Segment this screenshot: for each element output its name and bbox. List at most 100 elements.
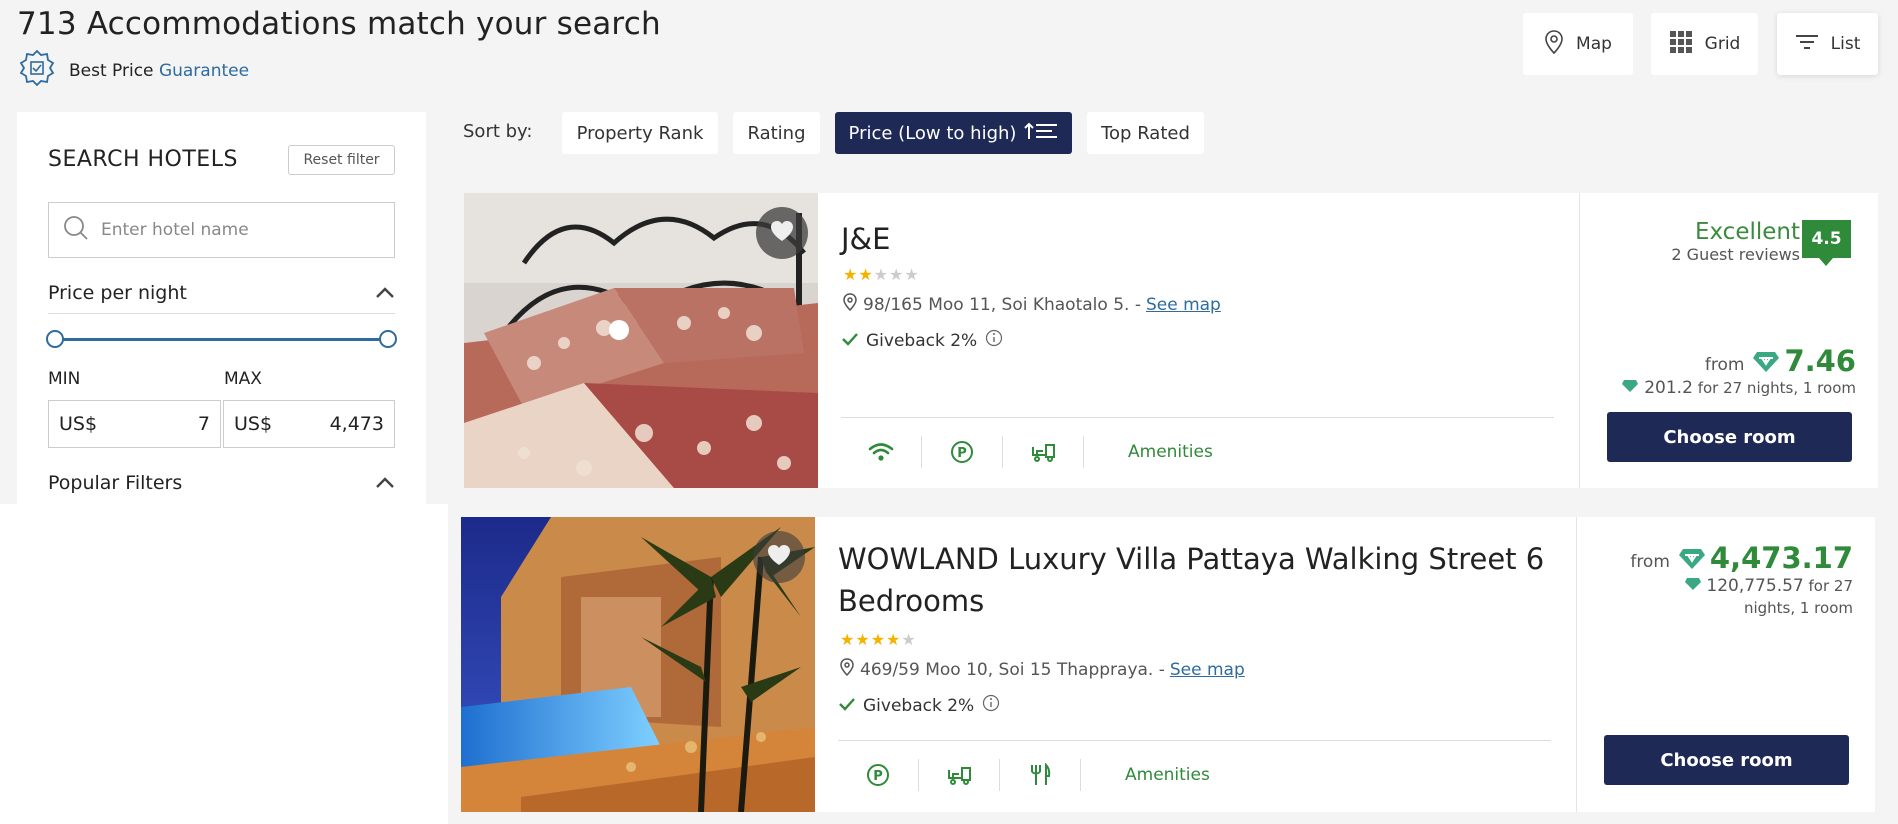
price-slider-min-handle[interactable] bbox=[46, 330, 64, 348]
price-line: from 7.46 bbox=[1594, 344, 1856, 378]
diamond-icon bbox=[1752, 350, 1780, 378]
giveback-text: Giveback 2% bbox=[863, 695, 975, 716]
min-currency: US$ bbox=[59, 413, 98, 435]
card-divider bbox=[1579, 193, 1580, 488]
airport-shuttle-icon bbox=[1003, 436, 1084, 468]
hotel-card: WOWLAND Luxury Villa Pattaya Walking Str… bbox=[461, 517, 1875, 812]
popular-filters-header[interactable]: Popular Filters bbox=[48, 472, 395, 494]
info-icon[interactable] bbox=[982, 694, 1000, 717]
list-view-button[interactable]: List bbox=[1777, 13, 1878, 75]
amenities-link[interactable]: Amenities bbox=[1084, 442, 1213, 462]
score-badge: 4.5 bbox=[1802, 220, 1851, 266]
guarantee-text: Best Price bbox=[69, 60, 154, 81]
favorite-button[interactable] bbox=[756, 207, 808, 259]
divider bbox=[838, 740, 1551, 741]
best-price-guarantee: Best Price Guarantee bbox=[17, 48, 249, 93]
diamond-small-icon bbox=[1621, 379, 1639, 397]
choose-room-button[interactable]: Choose room bbox=[1604, 735, 1849, 785]
parking-icon: P bbox=[922, 436, 1003, 468]
score-tip bbox=[1819, 258, 1833, 266]
parking-icon: P bbox=[838, 759, 919, 791]
price-filter-header[interactable]: Price per night bbox=[48, 282, 395, 304]
price-slider-max-handle[interactable] bbox=[379, 330, 397, 348]
grid-view-label: Grid bbox=[1704, 34, 1741, 54]
hotel-address: 469/59 Moo 10, Soi 15 Thappraya. - See m… bbox=[839, 658, 1245, 681]
price-filter-title: Price per night bbox=[48, 282, 187, 304]
map-view-label: Map bbox=[1576, 34, 1612, 54]
sort-label: Sort by: bbox=[463, 121, 533, 142]
total-price: 120,775.57 for 27 nights, 1 room bbox=[1631, 575, 1853, 619]
see-map-link[interactable]: See map bbox=[1146, 295, 1221, 315]
reset-filter-button[interactable]: Reset filter bbox=[288, 145, 395, 175]
choose-room-button[interactable]: Choose room bbox=[1607, 412, 1852, 462]
search-sidebar: SEARCH HOTELS Reset filter Price per nig… bbox=[17, 112, 426, 504]
address-text: 98/165 Moo 11, Soi Khaotalo 5. - bbox=[863, 294, 1141, 315]
heart-icon bbox=[766, 543, 792, 571]
review-count[interactable]: 2 Guest reviews bbox=[1594, 245, 1800, 264]
see-map-link[interactable]: See map bbox=[1170, 660, 1245, 680]
max-currency: US$ bbox=[234, 413, 273, 435]
diamond-small-icon bbox=[1684, 577, 1702, 595]
location-pin-icon bbox=[842, 293, 858, 316]
card-divider bbox=[1576, 517, 1577, 812]
hotel-search-box[interactable] bbox=[48, 202, 395, 258]
list-icon bbox=[1795, 33, 1819, 56]
star-icon: ★ bbox=[889, 265, 904, 284]
max-price-input[interactable]: US$ 4,473 bbox=[223, 400, 395, 448]
hotel-photo[interactable] bbox=[464, 193, 818, 488]
price-per-night: 4,473.17 bbox=[1709, 541, 1853, 575]
results-title: 713 Accommodations match your search bbox=[17, 6, 661, 42]
min-label: MIN bbox=[48, 369, 81, 389]
total-amount: 201.2 bbox=[1644, 378, 1693, 398]
giveback: Giveback 2% bbox=[842, 329, 1003, 352]
sort-price-low-high[interactable]: Price (Low to high) bbox=[835, 112, 1072, 154]
hotel-name[interactable]: J&E bbox=[841, 218, 891, 260]
star-icon: ★ bbox=[858, 265, 873, 284]
star-icon: ★ bbox=[855, 630, 870, 649]
location-pin-icon bbox=[839, 658, 855, 681]
sort-rating[interactable]: Rating bbox=[733, 112, 820, 154]
amenities-link[interactable]: Amenities bbox=[1081, 765, 1210, 785]
star-icon: ★ bbox=[840, 630, 855, 649]
min-price-input[interactable]: US$ 7 bbox=[48, 400, 221, 448]
airport-shuttle-icon bbox=[919, 759, 1000, 791]
hotel-name[interactable]: WOWLAND Luxury Villa Pattaya Walking Str… bbox=[838, 538, 1553, 622]
hotel-card: J&E ★ ★ ★ ★ ★ 98/165 Moo 11, Soi Khaotalo 5.… bbox=[464, 193, 1878, 488]
address-text: 469/59 Moo 10, Soi 15 Thappraya. - bbox=[860, 659, 1165, 680]
price-line: from 4,473.17 bbox=[1591, 541, 1853, 575]
chevron-up-icon[interactable] bbox=[375, 472, 395, 494]
rating-summary: Excellent 2 Guest reviews bbox=[1594, 219, 1800, 264]
svg-text:P: P bbox=[873, 769, 883, 784]
star-icon: ★ bbox=[886, 630, 901, 649]
popular-filters-title: Popular Filters bbox=[48, 472, 183, 494]
from-label: from bbox=[1704, 355, 1745, 375]
star-rating: ★ ★ ★ ★ ★ bbox=[840, 630, 916, 649]
chevron-up-icon[interactable] bbox=[375, 282, 395, 304]
guarantee-link[interactable]: Guarantee bbox=[159, 61, 249, 81]
check-icon bbox=[842, 331, 858, 351]
map-view-button[interactable]: Map bbox=[1523, 13, 1633, 75]
sort-ascending-icon bbox=[1024, 122, 1058, 145]
svg-text:P: P bbox=[957, 446, 967, 461]
hotel-name-input[interactable] bbox=[101, 220, 361, 240]
hotel-photo[interactable] bbox=[461, 517, 815, 812]
total-suffix: for 27 nights, 1 room bbox=[1697, 379, 1856, 397]
star-icon: ★ bbox=[873, 265, 889, 284]
grid-view-button[interactable]: Grid bbox=[1651, 13, 1758, 75]
divider bbox=[841, 417, 1554, 418]
diamond-icon bbox=[1678, 547, 1706, 575]
divider bbox=[48, 313, 395, 314]
amenities-row: P Amenities bbox=[841, 429, 1213, 475]
sort-property-rank[interactable]: Property Rank bbox=[562, 112, 718, 154]
list-view-label: List bbox=[1830, 34, 1861, 54]
price-slider-track[interactable] bbox=[54, 338, 388, 341]
search-icon bbox=[63, 215, 89, 245]
heart-icon bbox=[769, 219, 795, 247]
check-icon bbox=[839, 696, 855, 716]
giveback-text: Giveback 2% bbox=[866, 330, 978, 351]
sort-top-rated[interactable]: Top Rated bbox=[1087, 112, 1204, 154]
info-icon[interactable] bbox=[985, 329, 1003, 352]
star-icon: ★ bbox=[901, 630, 916, 649]
sort-price-label: Price (Low to high) bbox=[848, 122, 1017, 144]
favorite-button[interactable] bbox=[753, 531, 805, 583]
